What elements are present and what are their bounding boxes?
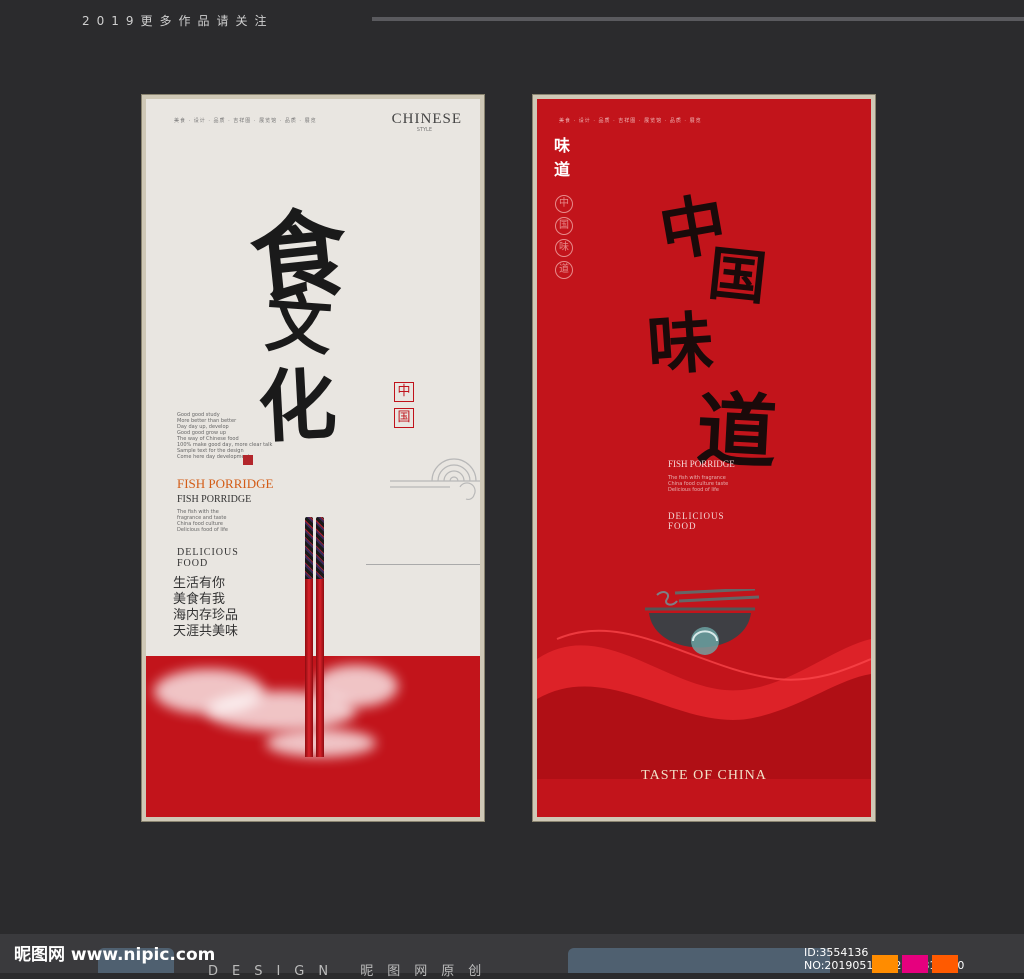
fish-porridge-heading: FISH PORRIDGE [668, 459, 735, 469]
color-swatch [902, 955, 928, 973]
delicious-line: DELICIOUS [668, 511, 725, 521]
divider-line [366, 564, 480, 565]
header-caption: 2019更多作品请关注 [82, 14, 274, 28]
cloud-decoration [314, 665, 398, 707]
body-text: The fish with the fragrance and taste Ch… [177, 509, 228, 533]
chopstick-pattern [316, 517, 324, 579]
fish-porridge-subheading: FISH PORRIDGE [177, 494, 252, 505]
delicious-line: DELICIOUS [177, 547, 239, 558]
red-seal-char: 中 [394, 382, 414, 402]
poster-frame-right: 美食 · 设计 · 品质 · 吉祥图 · 展览馆 · 品质 · 展览 味 道 中… [533, 95, 875, 821]
vertical-title-char: 味 [554, 136, 571, 155]
poem-line: 生活有你 [173, 576, 226, 591]
small-seal-icon [243, 455, 253, 465]
chopstick [316, 517, 324, 757]
fish-porridge-heading: FISH PORRIDGE [177, 476, 274, 491]
body-text: 100% make good day, more clear talk Samp… [177, 442, 273, 460]
poster-frame-left: 美食 · 设计 · 品质 · 吉祥图 · 展览馆 · 品质 · 展览 CHINE… [142, 95, 484, 821]
taste-of-china-title: TASTE OF CHINA [641, 768, 767, 783]
body-text: Good good study More better than better … [177, 412, 239, 442]
vertical-title-char: 道 [554, 160, 571, 179]
calligraphy-char: 国 [705, 239, 770, 313]
circle-char: 道 [555, 261, 573, 279]
circle-char: 中 [555, 195, 573, 213]
poster-right: 美食 · 设计 · 品质 · 吉祥图 · 展览馆 · 品质 · 展览 味 道 中… [537, 99, 871, 817]
calligraphy-char: 化 [256, 359, 339, 454]
top-tags: 美食 · 设计 · 品质 · 吉祥图 · 展览馆 · 品质 · 展览 [174, 118, 317, 124]
wave-cloud-icon [390, 458, 480, 501]
circle-char: 味 [555, 239, 573, 257]
poem-line: 海内存珍品 [173, 608, 239, 623]
chopstick-body [305, 579, 313, 757]
chopstick-pattern [305, 517, 313, 579]
red-seal-char: 国 [394, 408, 414, 428]
color-swatch [872, 955, 898, 973]
brand-subtitle: STYLE [416, 127, 432, 133]
poster-left: 美食 · 设计 · 品质 · 吉祥图 · 展览馆 · 品质 · 展览 CHINE… [146, 99, 480, 817]
poem-line: 美食有我 [173, 592, 226, 607]
brand-title: CHINESE [391, 111, 462, 127]
food-line: FOOD [668, 521, 697, 531]
footer-tab [568, 948, 830, 973]
poem-line: 天涯共美味 [173, 624, 239, 639]
chopstick-body [316, 579, 324, 757]
color-swatch [932, 955, 958, 973]
delicious-label: DELICIOUS FOOD [177, 547, 239, 569]
chopstick [305, 517, 313, 757]
poem: 生活有你 美食有我 海内存珍品 天涯共美味 [173, 576, 238, 640]
food-line: FOOD [177, 558, 209, 569]
body-text: The fish with fragrance China food cultu… [668, 475, 729, 493]
circle-char: 国 [555, 217, 573, 235]
bowl-icon [645, 589, 760, 655]
design-caption: DESIGN 昵图网原创 [208, 964, 496, 979]
site-logo[interactable]: 昵图网 www.nipic.com [14, 940, 215, 965]
delicious-label: DELICIOUS FOOD [668, 511, 725, 531]
top-tags: 美食 · 设计 · 品质 · 吉祥图 · 展览馆 · 品质 · 展览 [559, 118, 702, 124]
header-divider [372, 17, 1024, 21]
